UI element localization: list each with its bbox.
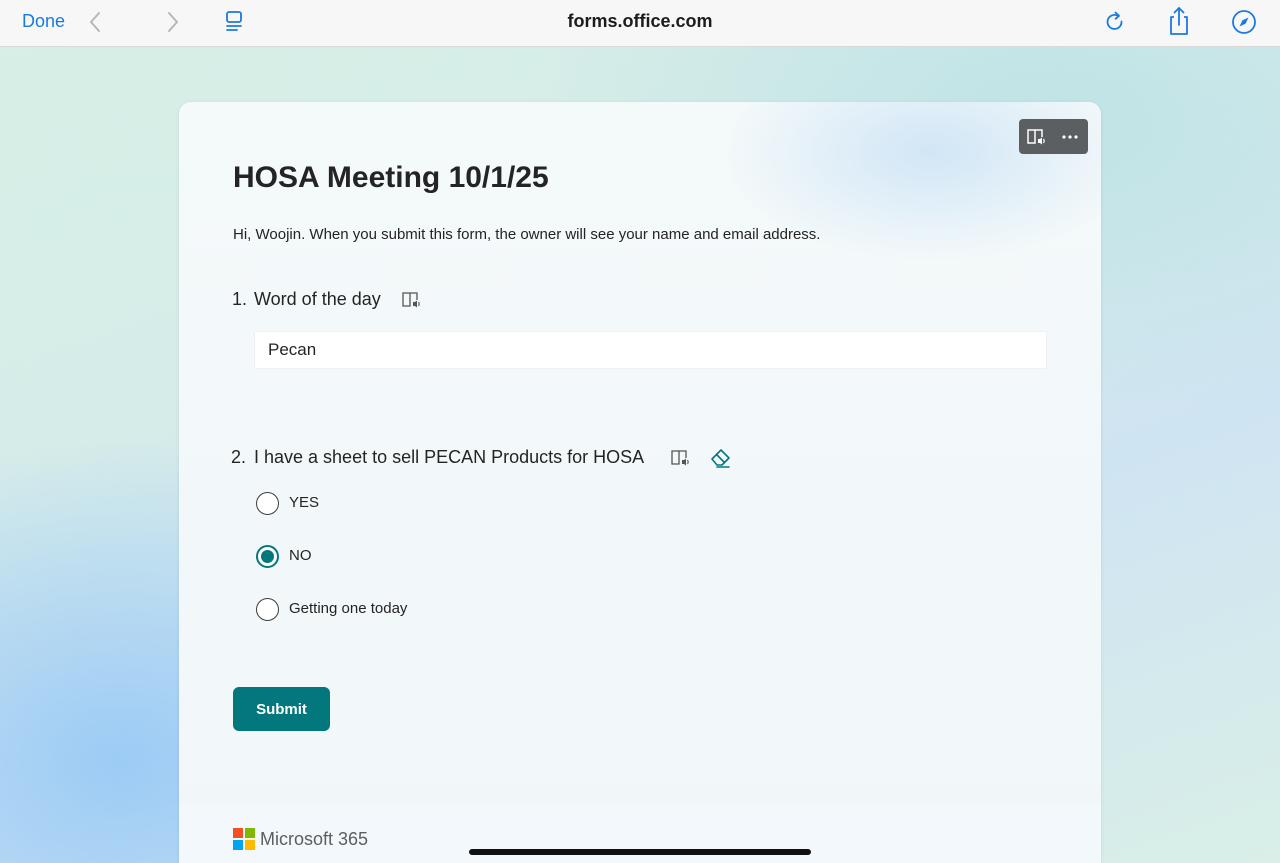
home-indicator[interactable] [469, 849, 811, 855]
reader-icon[interactable] [220, 8, 248, 36]
microsoft-logo-icon [233, 828, 255, 850]
option-label: Getting one today [289, 600, 408, 617]
option-yes[interactable]: YES [256, 491, 319, 515]
question-number: 1. [232, 289, 248, 309]
back-chevron-icon[interactable] [82, 8, 110, 36]
eraser-icon[interactable] [709, 445, 733, 474]
form-title: HOSA Meeting 10/1/25 [233, 161, 549, 194]
microsoft-365-logo: Microsoft 365 [233, 828, 368, 850]
compass-icon[interactable] [1230, 8, 1258, 36]
radio-button[interactable] [256, 597, 279, 621]
reader-toolbar [1019, 119, 1088, 154]
option-getting-one-today[interactable]: Getting one today [256, 597, 407, 621]
option-label: YES [289, 494, 320, 511]
more-options-icon[interactable] [1053, 119, 1087, 154]
word-of-the-day-input[interactable] [254, 331, 1047, 369]
radio-button-selected[interactable] [256, 544, 279, 568]
form-card: HOSA Meeting 10/1/25 Hi, Woojin. When yo… [179, 102, 1101, 863]
option-no[interactable]: NO [256, 544, 312, 568]
immersive-reader-icon[interactable] [670, 449, 690, 472]
option-label: NO [289, 547, 312, 564]
immersive-reader-icon[interactable] [401, 291, 421, 314]
browser-toolbar: Done forms.office.com [0, 0, 1280, 47]
immersive-reader-icon[interactable] [1019, 119, 1053, 154]
question-title: I have a sheet to sell PECAN Products fo… [254, 447, 645, 467]
submit-button[interactable]: Submit [233, 687, 330, 731]
brand-name: Microsoft 365 [260, 829, 369, 849]
radio-button[interactable] [256, 491, 279, 515]
reload-icon[interactable] [1101, 8, 1129, 36]
question-number: 2. [231, 447, 247, 467]
address-bar-url[interactable]: forms.office.com [0, 10, 1280, 32]
form-description: Hi, Woojin. When you submit this form, t… [233, 226, 821, 243]
forward-chevron-icon[interactable] [158, 8, 186, 36]
done-button[interactable]: Done [22, 10, 65, 32]
question-title: Word of the day [254, 289, 381, 309]
share-icon[interactable] [1165, 5, 1193, 37]
